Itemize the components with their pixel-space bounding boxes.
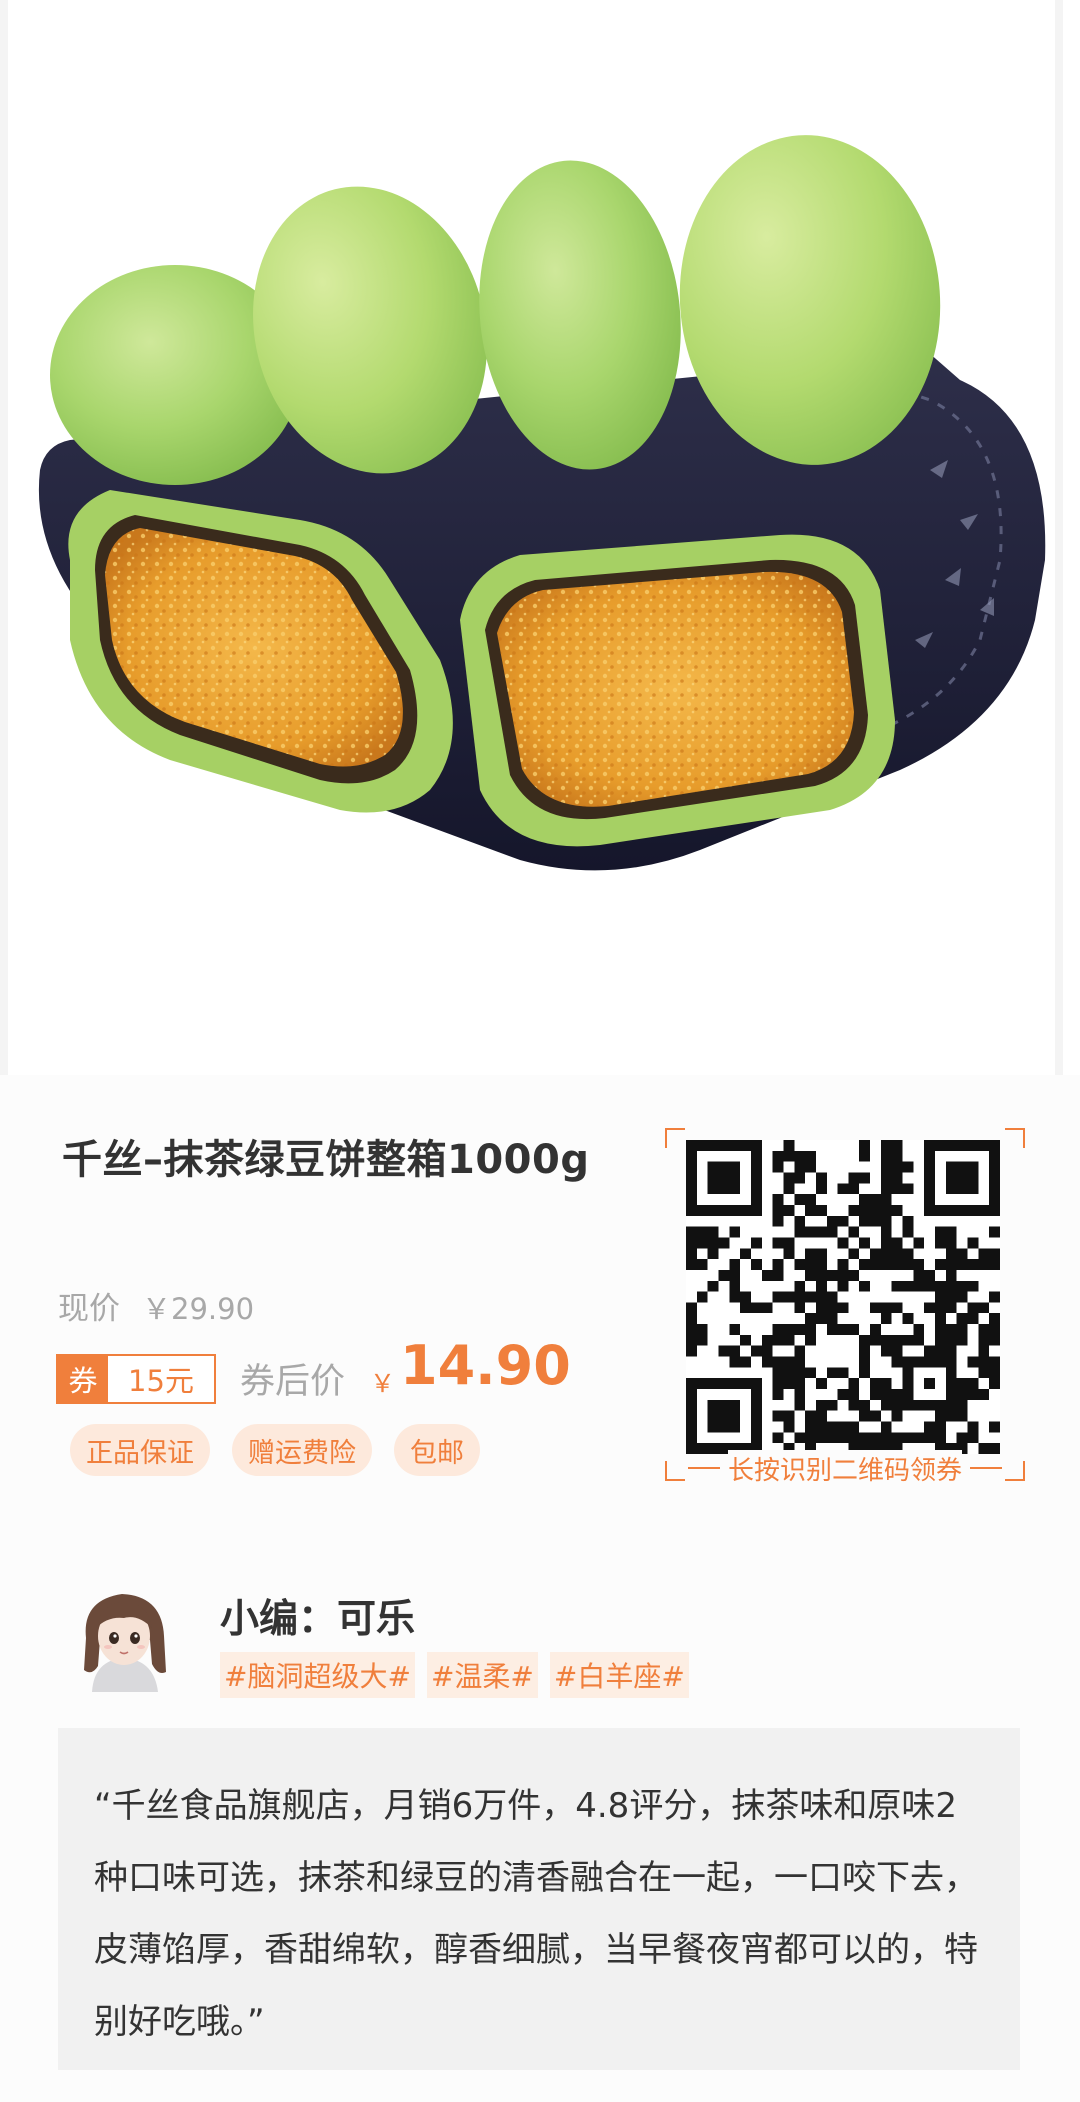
currency-symbol: ￥ (370, 1369, 396, 1398)
coupon-tag: 券 (58, 1356, 108, 1402)
after-coupon-price: 14.90 (400, 1334, 571, 1397)
coupon-amount: 15元 (128, 1364, 194, 1398)
editor-avatar (84, 1594, 166, 1692)
editor-tag: #脑洞超级大# (220, 1652, 415, 1698)
original-price: 现价 ￥29.90 (58, 1283, 254, 1328)
qr-frame-corner (1005, 1128, 1025, 1148)
editor-tags: #脑洞超级大# #温柔# #白羊座# (220, 1652, 689, 1698)
original-price-label: 现价 (58, 1291, 120, 1327)
qr-caption: 长按识别二维码领券 (665, 1449, 1025, 1487)
service-badges: 正品保证 赠运费险 包邮 (70, 1424, 480, 1476)
original-price-value: ￥29.90 (142, 1292, 255, 1326)
editor-tag: #白羊座# (549, 1652, 689, 1698)
editor-tag: #温柔# (426, 1652, 538, 1698)
coupon-badge[interactable]: 券 15元 (56, 1354, 216, 1404)
qr-caption-text: 长按识别二维码领券 (727, 1449, 962, 1487)
editor-review-box: “千丝食品旗舰店，月销6万件，4.8评分，抹茶味和原味2种口味可选，抹茶和绿豆的… (58, 1728, 1020, 2070)
qr-frame-corner (665, 1128, 685, 1148)
caption-rule (687, 1467, 720, 1469)
mooncake-illustration (0, 0, 1063, 1075)
badge-return-shipping-insurance: 赠运费险 (232, 1424, 372, 1476)
after-coupon-label: 券后价 (240, 1362, 346, 1402)
badge-free-shipping: 包邮 (394, 1424, 480, 1476)
product-title: 千丝–抹茶绿豆饼整箱1000g (62, 1137, 590, 1183)
qr-code[interactable] (686, 1140, 1000, 1454)
editor-name: 小编：可乐 (220, 1597, 416, 1642)
editor-review-text: “千丝食品旗舰店，月销6万件，4.8评分，抹茶味和原味2种口味可选，抹茶和绿豆的… (94, 1786, 978, 2042)
coupon-qr-block[interactable]: 长按识别二维码领券 (665, 1128, 1025, 1487)
product-image[interactable] (0, 0, 1080, 1075)
caption-rule (970, 1467, 1002, 1469)
badge-authentic: 正品保证 (70, 1424, 210, 1476)
